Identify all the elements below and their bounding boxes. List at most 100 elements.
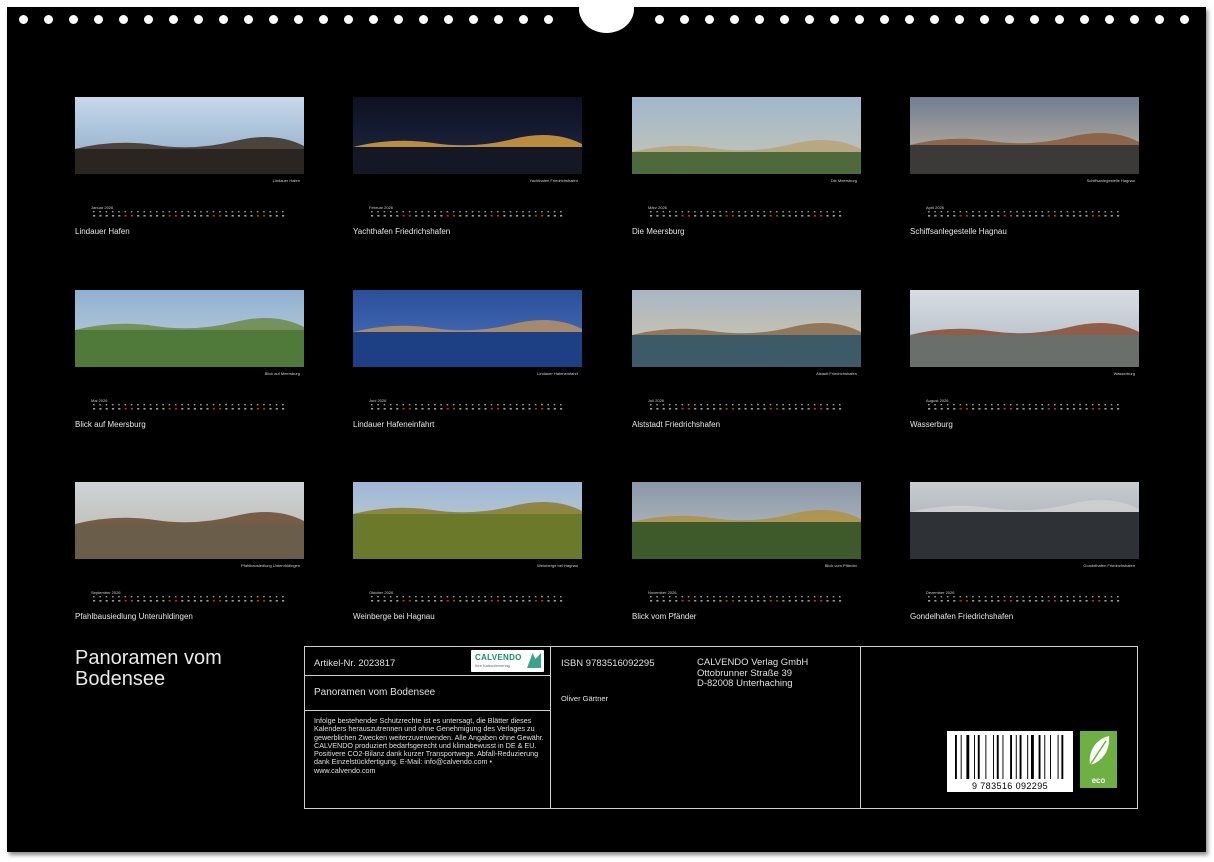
binding-hole bbox=[930, 15, 939, 24]
logo-mark-icon bbox=[527, 653, 541, 668]
month-title: Alststadt Friedrichshafen bbox=[632, 420, 721, 429]
month-photo bbox=[910, 482, 1139, 559]
binding-hole bbox=[755, 15, 764, 24]
month-photo bbox=[910, 97, 1139, 174]
logo-subtext: Ihre Kalenderverlag bbox=[475, 663, 510, 668]
binding-hole bbox=[980, 15, 989, 24]
isbn-barcode: 9 783516 092295 bbox=[947, 731, 1073, 792]
product-title: Panoramen vom Bodensee bbox=[314, 687, 436, 698]
month-photo bbox=[353, 97, 582, 174]
photo-caption: Gondelhafen Friedrichshafen bbox=[1083, 563, 1135, 568]
binding-hole bbox=[269, 15, 278, 24]
calendar-title: Panoramen vom Bodensee bbox=[75, 648, 275, 690]
month-title: Schiffsanlegestelle Hagnau bbox=[910, 227, 1007, 236]
day-strip bbox=[648, 403, 848, 412]
day-strip bbox=[369, 403, 569, 412]
day-strip bbox=[369, 210, 569, 219]
isbn: ISBN 9783516092295 bbox=[561, 658, 655, 669]
binding-hole bbox=[244, 15, 253, 24]
photo-caption: Pfahlbausiedlung Unteruhldingen bbox=[241, 563, 300, 568]
binding-hole bbox=[44, 15, 53, 24]
binding-hole bbox=[880, 15, 889, 24]
binding-hole bbox=[319, 15, 328, 24]
month-photo bbox=[632, 482, 861, 559]
calendar-title-line1: Panoramen vom bbox=[75, 647, 222, 669]
logo-text: CALVENDO bbox=[475, 653, 522, 662]
photo-caption: Schiffsanlegestelle Hagnau bbox=[1086, 178, 1135, 183]
info-divider-2 bbox=[860, 647, 861, 808]
binding-hole bbox=[219, 15, 228, 24]
photo-caption: Weinberge bei Hagnau bbox=[537, 563, 578, 568]
publisher-line3: D-82008 Unterhaching bbox=[697, 678, 793, 689]
binding-hole bbox=[730, 15, 739, 24]
binding-hole bbox=[1155, 15, 1164, 24]
photo-caption: Blick vom Pfänder bbox=[824, 563, 857, 568]
info-divider-h1 bbox=[305, 675, 550, 676]
binding-hole bbox=[544, 15, 553, 24]
day-strip bbox=[926, 595, 1126, 604]
photo-caption: Alstadt Friedrichshafen bbox=[816, 371, 857, 376]
month-title: Lindauer Hafeneinfahrt bbox=[353, 420, 435, 429]
binding-hole bbox=[494, 15, 503, 24]
day-strip bbox=[648, 210, 848, 219]
binding-hole bbox=[119, 15, 128, 24]
month-photo bbox=[75, 290, 304, 367]
binding-hole bbox=[394, 15, 403, 24]
month-title: Yachthafen Friedrichshafen bbox=[353, 227, 451, 236]
month-title: Wasserburg bbox=[910, 420, 953, 429]
article-number: Artikel-Nr. 2023817 bbox=[314, 658, 396, 669]
month-photo bbox=[632, 97, 861, 174]
binding-hole bbox=[680, 15, 689, 24]
binding-hole bbox=[169, 15, 178, 24]
month-photo bbox=[910, 290, 1139, 367]
binding-hole bbox=[444, 15, 453, 24]
month-title: Pfahlbausiedlung Unteruhldingen bbox=[75, 612, 193, 621]
binding-hole bbox=[955, 15, 964, 24]
binding-hole bbox=[855, 15, 864, 24]
day-strip bbox=[926, 210, 1126, 219]
publisher-address: CALVENDO Verlag GmbH Ottobrunner Straße … bbox=[697, 657, 809, 690]
day-strip bbox=[91, 595, 291, 604]
binding-hole bbox=[1080, 15, 1089, 24]
binding-hole bbox=[805, 15, 814, 24]
month-photo bbox=[75, 97, 304, 174]
binding-hole bbox=[780, 15, 789, 24]
calendar-title-line2: Bodensee bbox=[75, 668, 166, 690]
binding-hole bbox=[1130, 15, 1139, 24]
binding-hole bbox=[519, 15, 528, 24]
day-strip bbox=[91, 210, 291, 219]
binding-hole bbox=[705, 15, 714, 24]
month-photo bbox=[632, 290, 861, 367]
photo-caption: Yachthafen Friedrichshafen bbox=[529, 178, 578, 183]
binding-hole bbox=[194, 15, 203, 24]
day-strip bbox=[926, 403, 1126, 412]
binding-hole bbox=[1180, 15, 1189, 24]
month-title: Blick auf Meersburg bbox=[75, 420, 146, 429]
binding-hole bbox=[94, 15, 103, 24]
month-photo bbox=[353, 482, 582, 559]
calvendo-logo: CALVENDO Ihre Kalenderverlag bbox=[471, 650, 544, 672]
publisher-line1: CALVENDO Verlag GmbH bbox=[697, 657, 809, 668]
photo-caption: Blick auf Meersburg bbox=[264, 371, 300, 376]
photo-caption: Wasserburg bbox=[1113, 371, 1135, 376]
binding-hole bbox=[469, 15, 478, 24]
binding-hole bbox=[19, 15, 28, 24]
month-title: Weinberge bei Hagnau bbox=[353, 612, 435, 621]
day-strip bbox=[648, 595, 848, 604]
binding-hole bbox=[69, 15, 78, 24]
binding-hole bbox=[1105, 15, 1114, 24]
binding-hole bbox=[655, 15, 664, 24]
photo-caption: Lindauer Hafen bbox=[272, 178, 300, 183]
binding-hole bbox=[1030, 15, 1039, 24]
month-title: Gondelhafen Friedrichshafen bbox=[910, 612, 1014, 621]
day-strip bbox=[91, 403, 291, 412]
eco-label: eco bbox=[1091, 776, 1106, 785]
month-title: Lindauer Hafen bbox=[75, 227, 130, 236]
day-strip bbox=[369, 595, 569, 604]
month-title: Die Meersburg bbox=[632, 227, 685, 236]
info-divider-1 bbox=[550, 647, 551, 808]
binding-hole bbox=[1005, 15, 1014, 24]
photo-caption: Die Meersburg bbox=[830, 178, 857, 183]
binding-hole bbox=[830, 15, 839, 24]
binding-hole bbox=[369, 15, 378, 24]
